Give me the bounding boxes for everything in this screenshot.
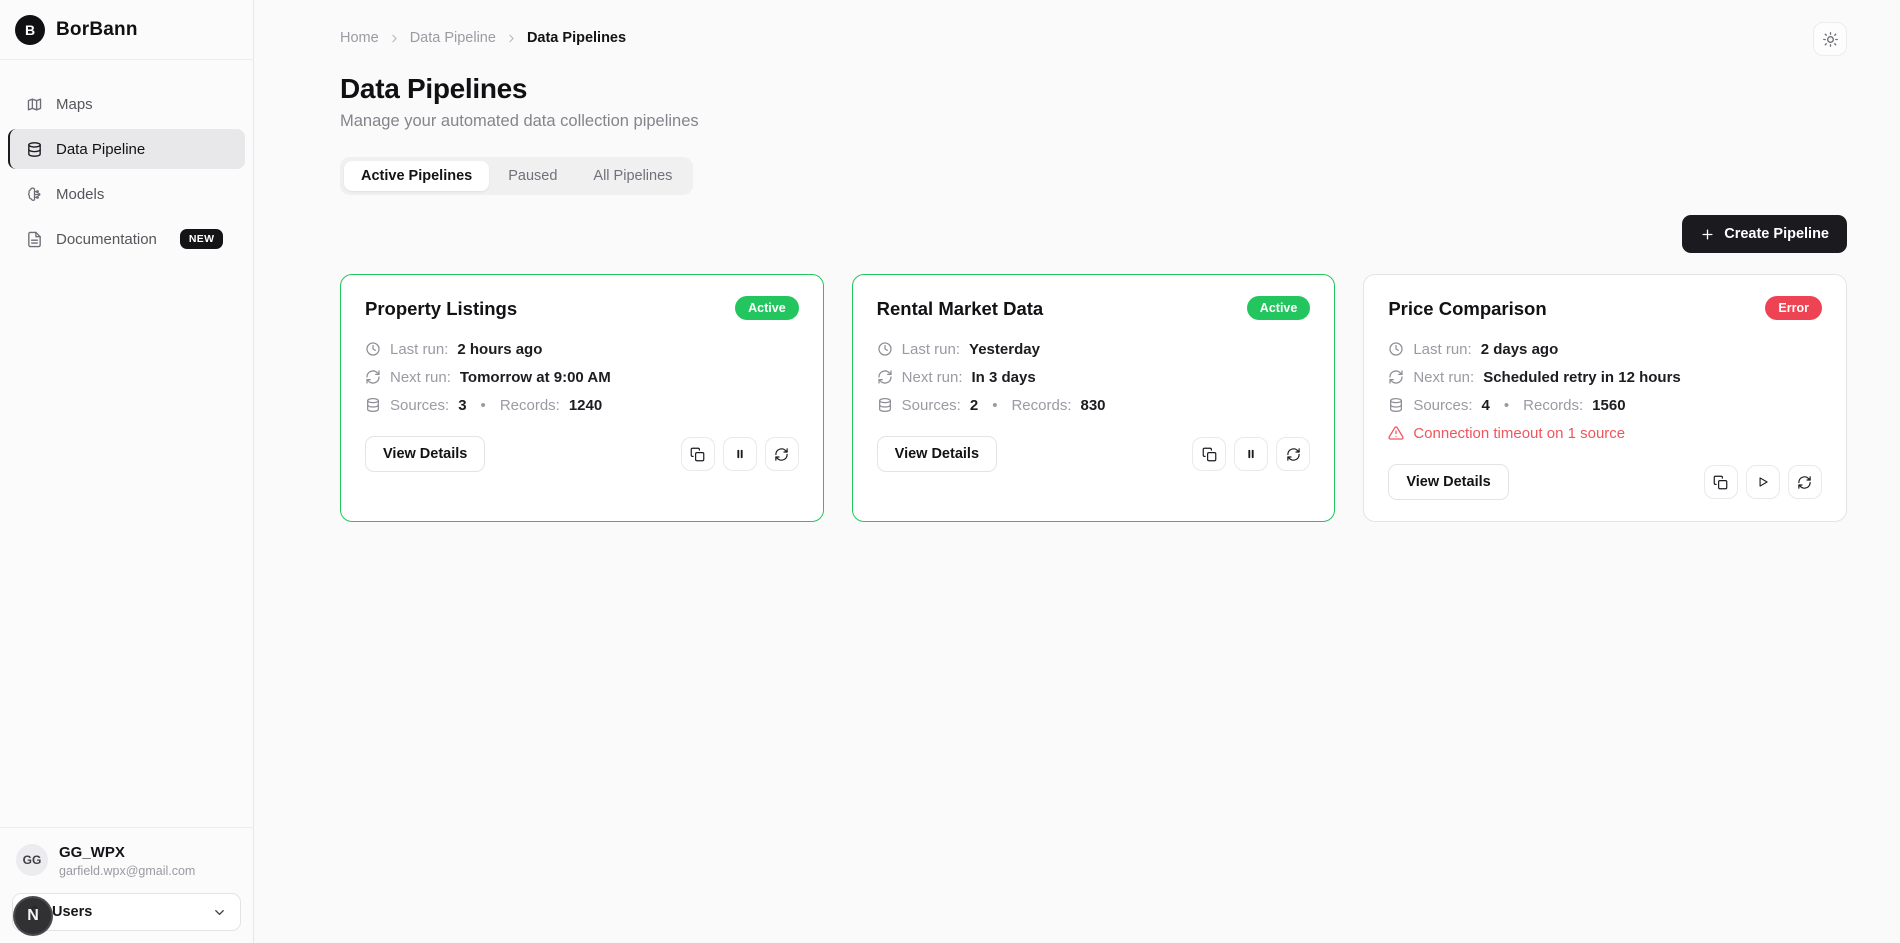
sidebar-item-documentation[interactable]: Documentation NEW	[8, 219, 245, 259]
clock-icon	[877, 341, 893, 357]
run-refresh-button[interactable]	[765, 437, 799, 471]
duplicate-button[interactable]	[1192, 437, 1226, 471]
sidebar-item-models[interactable]: Models	[8, 174, 245, 214]
run-refresh-button[interactable]	[1276, 437, 1310, 471]
pause-button[interactable]	[723, 437, 757, 471]
brain-icon	[26, 186, 43, 203]
last-run-value: 2 hours ago	[457, 341, 542, 358]
app-name: BorBann	[56, 19, 138, 41]
last-run-value: 2 days ago	[1481, 341, 1559, 358]
tab-active-pipelines[interactable]: Active Pipelines	[344, 161, 489, 191]
status-badge: Error	[1765, 296, 1822, 320]
plus-icon	[1700, 227, 1715, 242]
chevron-right-icon	[505, 32, 518, 45]
sidebar-item-label: Data Pipeline	[56, 141, 145, 158]
cursor-overlay-badge: N	[13, 896, 53, 936]
chevron-right-icon	[388, 32, 401, 45]
records-value: 1560	[1592, 397, 1625, 414]
main-content: Home Data Pipeline Data Pipelines Data P…	[254, 0, 1900, 943]
database-icon	[877, 397, 893, 413]
breadcrumb: Home Data Pipeline Data Pipelines	[340, 24, 626, 46]
user-info: GG GG_WPX garfield.wpx@gmail.com	[12, 844, 241, 878]
pause-icon	[733, 447, 747, 461]
sidebar: B BorBann Maps Data Pipeline	[0, 0, 254, 943]
brand-header: B BorBann	[0, 0, 253, 60]
database-icon	[1388, 397, 1404, 413]
pipeline-name: Price Comparison	[1388, 296, 1546, 320]
chevron-down-icon	[212, 905, 227, 920]
pause-button[interactable]	[1234, 437, 1268, 471]
records-value: 1240	[569, 397, 602, 414]
refresh-icon	[877, 369, 893, 385]
duplicate-button[interactable]	[681, 437, 715, 471]
sources-value: 2	[970, 397, 978, 414]
pipeline-tabs: Active Pipelines Paused All Pipelines	[340, 157, 693, 195]
sidebar-item-data-pipeline[interactable]: Data Pipeline	[8, 129, 245, 169]
tab-all-pipelines[interactable]: All Pipelines	[576, 161, 689, 191]
user-name: GG_WPX	[59, 844, 195, 861]
pipeline-card-property-listings: Property Listings Active Last run: 2 hou…	[340, 274, 824, 522]
last-run-value: Yesterday	[969, 341, 1040, 358]
sun-icon	[1822, 31, 1839, 48]
status-badge: Active	[1247, 296, 1311, 320]
sidebar-item-label: Documentation	[56, 231, 157, 248]
warning-icon	[1388, 425, 1404, 441]
refresh-icon	[1286, 447, 1301, 462]
view-details-button[interactable]: View Details	[1388, 464, 1508, 500]
sidebar-item-maps[interactable]: Maps	[8, 84, 245, 124]
breadcrumb-current: Data Pipelines	[527, 30, 626, 46]
records-value: 830	[1081, 397, 1106, 414]
database-icon	[26, 141, 43, 158]
play-button[interactable]	[1746, 465, 1780, 499]
run-refresh-button[interactable]	[1788, 465, 1822, 499]
error-message: Connection timeout on 1 source	[1413, 425, 1625, 442]
next-run-value: Tomorrow at 9:00 AM	[460, 369, 611, 386]
map-icon	[26, 96, 43, 113]
pipeline-cards: Property Listings Active Last run: 2 hou…	[340, 274, 1847, 522]
sidebar-item-label: Maps	[56, 96, 93, 113]
breadcrumb-data-pipeline[interactable]: Data Pipeline	[410, 30, 496, 46]
tab-paused[interactable]: Paused	[491, 161, 574, 191]
sources-value: 3	[458, 397, 466, 414]
user-email: garfield.wpx@gmail.com	[59, 864, 195, 878]
pipeline-name: Property Listings	[365, 296, 517, 320]
copy-icon	[1202, 447, 1217, 462]
status-badge: Active	[735, 296, 799, 320]
theme-toggle-button[interactable]	[1813, 22, 1847, 56]
create-pipeline-button[interactable]: Create Pipeline	[1682, 215, 1847, 253]
avatar: GG	[16, 844, 48, 876]
next-run-value: Scheduled retry in 12 hours	[1483, 369, 1681, 386]
new-badge: NEW	[180, 229, 223, 249]
pipeline-card-rental-market-data: Rental Market Data Active Last run: Yest…	[852, 274, 1336, 522]
refresh-icon	[365, 369, 381, 385]
refresh-icon	[1797, 475, 1812, 490]
copy-icon	[1713, 475, 1728, 490]
sources-value: 4	[1482, 397, 1490, 414]
database-icon	[365, 397, 381, 413]
users-select-value: Users	[52, 904, 92, 920]
pipeline-card-price-comparison: Price Comparison Error Last run: 2 days …	[1363, 274, 1847, 522]
pipeline-name: Rental Market Data	[877, 296, 1044, 320]
breadcrumb-home[interactable]: Home	[340, 30, 379, 46]
refresh-icon	[1388, 369, 1404, 385]
pause-icon	[1244, 447, 1258, 461]
view-details-button[interactable]: View Details	[877, 436, 997, 472]
file-text-icon	[26, 231, 43, 248]
sidebar-item-label: Models	[56, 186, 104, 203]
page-title: Data Pipelines	[340, 73, 1847, 105]
next-run-value: In 3 days	[972, 369, 1036, 386]
duplicate-button[interactable]	[1704, 465, 1738, 499]
play-icon	[1756, 475, 1770, 489]
refresh-icon	[774, 447, 789, 462]
borbann-logo: B	[15, 15, 45, 45]
sidebar-nav: Maps Data Pipeline Models	[0, 60, 253, 259]
clock-icon	[365, 341, 381, 357]
view-details-button[interactable]: View Details	[365, 436, 485, 472]
copy-icon	[690, 447, 705, 462]
clock-icon	[1388, 341, 1404, 357]
page-subtitle: Manage your automated data collection pi…	[340, 112, 1847, 131]
